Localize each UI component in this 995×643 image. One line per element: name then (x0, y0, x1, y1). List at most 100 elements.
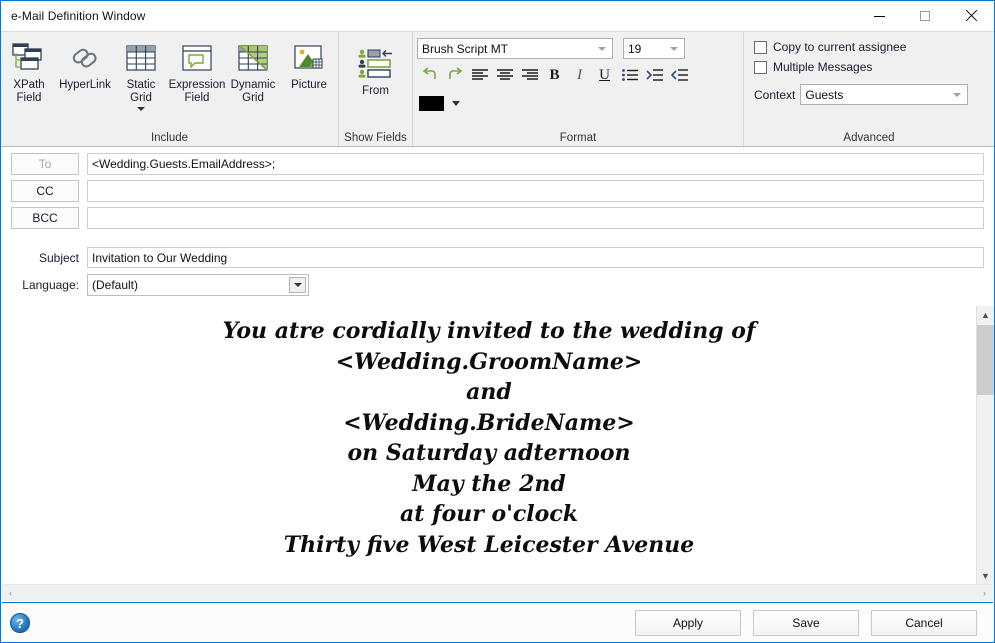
decrease-indent-button[interactable] (667, 63, 692, 87)
message-body-area: You atre cordially invited to the weddin… (2, 306, 994, 584)
format-controls: Brush Script MT 19 B I U (413, 32, 743, 130)
multiple-messages-label: Multiple Messages (773, 60, 873, 74)
body-line: <Wedding.GroomName> (335, 348, 643, 375)
subject-label: Subject (38, 250, 79, 265)
expression-field-icon (182, 40, 212, 76)
language-dropdown-button[interactable] (289, 277, 306, 293)
bcc-row: BCC (11, 207, 984, 229)
ribbon-group-label-include: Include (150, 132, 189, 144)
context-select[interactable]: Guests (800, 84, 969, 105)
dynamic-grid-icon (238, 40, 268, 76)
font-size-value: 19 (628, 41, 642, 56)
close-button[interactable] (948, 1, 994, 31)
help-icon[interactable]: ? (10, 613, 30, 633)
scroll-right-button[interactable]: › (976, 585, 993, 602)
context-value: Guests (805, 87, 844, 102)
message-body-editor[interactable]: You atre cordially invited to the weddin… (2, 306, 976, 584)
from-field-icon (357, 46, 395, 82)
body-line: at four o'clock (400, 501, 578, 527)
bcc-button[interactable]: BCC (11, 207, 79, 229)
xpath-field-button[interactable]: XPath Field (1, 36, 57, 105)
subject-input[interactable]: Invitation to Our Wedding (87, 247, 984, 268)
align-right-button[interactable] (517, 63, 542, 87)
minimize-button[interactable] (856, 1, 902, 31)
underline-glyph: U (599, 66, 610, 83)
chevron-down-icon (598, 46, 606, 51)
redo-button[interactable] (442, 63, 467, 87)
hyperlink-button[interactable]: HyperLink (57, 36, 113, 92)
hyperlink-icon (69, 40, 101, 76)
font-family-select[interactable]: Brush Script MT (417, 38, 613, 59)
body-line: Thirty five West Leicester Avenue (283, 531, 695, 558)
font-family-value: Brush Script MT (422, 41, 509, 56)
email-definition-window: e-Mail Definition Window XPath Field Hyp… (0, 0, 995, 643)
chevron-down-icon[interactable] (452, 100, 460, 106)
expression-field-button[interactable]: Expression Field (169, 36, 225, 105)
underline-button[interactable]: U (592, 63, 617, 87)
cancel-button[interactable]: Cancel (871, 610, 977, 636)
bold-glyph: B (549, 66, 560, 83)
picture-icon (294, 40, 324, 76)
from-field-button[interactable]: From (348, 42, 404, 98)
italic-button[interactable]: I (567, 63, 592, 87)
scroll-down-button[interactable]: ▼ (977, 567, 994, 584)
align-center-button[interactable] (492, 63, 517, 87)
multiple-messages-row[interactable]: Multiple Messages (754, 60, 968, 74)
context-row: Context Guests (754, 84, 969, 105)
body-line: <Wedding.BrideName> (343, 409, 635, 436)
bullet-list-button[interactable] (617, 63, 642, 87)
header-fields: To <Wedding.Guests.EmailAddress>; CC BCC… (1, 147, 994, 296)
vertical-scrollbar[interactable]: ▲ ▼ (976, 306, 994, 584)
scroll-left-button[interactable]: ‹ (2, 585, 19, 602)
text-color-button[interactable] (417, 91, 446, 115)
language-select[interactable]: (Default) (87, 274, 309, 296)
subject-row: Subject Invitation to Our Wedding (11, 247, 984, 268)
cc-button[interactable]: CC (11, 180, 79, 202)
align-left-button[interactable] (467, 63, 492, 87)
copy-to-current-assignee-label: Copy to current assignee (773, 40, 907, 54)
body-line: on Saturday adternoon (347, 440, 631, 466)
bcc-input[interactable] (87, 207, 984, 229)
scroll-up-button[interactable]: ▲ (977, 306, 994, 323)
to-row: To <Wedding.Guests.EmailAddress>; (11, 153, 984, 175)
dynamic-grid-button[interactable]: Dynamic Grid (225, 36, 281, 105)
save-button[interactable]: Save (753, 610, 859, 636)
static-grid-label: Static Grid (126, 79, 156, 104)
static-grid-button[interactable]: Static Grid (113, 36, 169, 111)
apply-button[interactable]: Apply (635, 610, 741, 636)
undo-button[interactable] (417, 63, 442, 87)
increase-indent-button[interactable] (642, 63, 667, 87)
context-label: Context (754, 87, 796, 102)
window-title: e-Mail Definition Window (11, 8, 146, 23)
ribbon-group-advanced: Copy to current assignee Multiple Messag… (743, 32, 994, 148)
format-tools-row: B I U (417, 63, 692, 87)
multiple-messages-checkbox[interactable] (754, 60, 767, 74)
show-fields-buttons: From (339, 32, 412, 130)
language-row: Language: (Default) (11, 274, 984, 296)
to-button[interactable]: To (11, 153, 79, 175)
to-input[interactable]: <Wedding.Guests.EmailAddress>; (87, 153, 984, 175)
font-row: Brush Script MT 19 (417, 38, 692, 59)
text-color-swatch (419, 95, 444, 111)
include-buttons: XPath Field HyperLink Static Grid Expres… (1, 32, 338, 130)
copy-to-current-assignee-checkbox[interactable] (754, 40, 767, 54)
ribbon-group-format: Brush Script MT 19 B I U Format (412, 32, 743, 148)
copy-to-current-assignee-row[interactable]: Copy to current assignee (754, 40, 968, 54)
vertical-scroll-thumb[interactable] (977, 325, 994, 395)
static-grid-icon (126, 40, 156, 76)
font-size-select[interactable]: 19 (623, 38, 685, 59)
xpath-field-icon (12, 40, 46, 76)
dynamic-grid-label: Dynamic Grid (230, 79, 276, 104)
picture-button[interactable]: Picture (281, 36, 337, 92)
chevron-down-icon[interactable] (137, 107, 145, 111)
horizontal-scrollbar[interactable]: ‹ › (2, 584, 993, 601)
ribbon-group-show-fields: From Show Fields (338, 32, 412, 148)
close-icon (965, 10, 977, 22)
maximize-button[interactable] (902, 1, 948, 31)
cc-input[interactable] (87, 180, 984, 202)
chevron-down-icon (670, 46, 678, 51)
body-line: May the 2nd (412, 470, 566, 497)
ribbon-group-label-advanced: Advanced (843, 132, 895, 144)
bold-button[interactable]: B (542, 63, 567, 87)
horizontal-scroll-track[interactable] (19, 585, 976, 602)
